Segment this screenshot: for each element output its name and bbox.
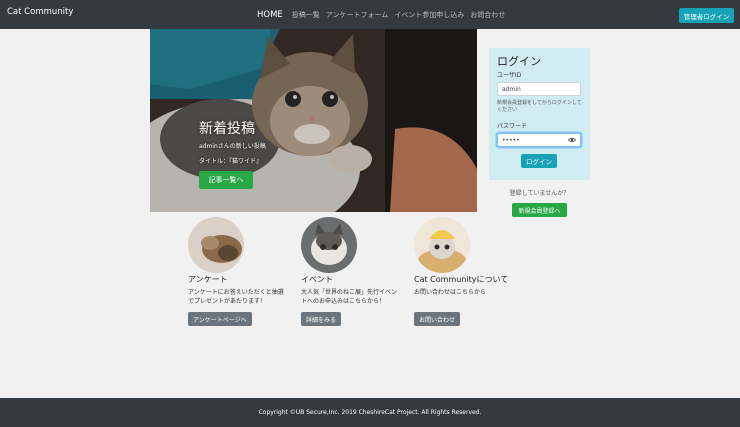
login-title: ログイン <box>497 55 541 68</box>
not-registered-text: 登録していませんか？ <box>509 190 570 197</box>
hero-carousel: 新着投稿 adminさんの新しい投稿 タイトル：『猫ワイド』 記事一覧へ <box>150 29 477 212</box>
login-hint: 新規会員登録をしてからログインしてください <box>497 100 582 113</box>
about-title: Cat Communityについて <box>414 275 509 284</box>
survey-page-button[interactable]: アンケートページへ <box>188 312 252 326</box>
user-id-input[interactable]: admin <box>497 82 581 96</box>
about-text: お問い合わせはこちらから <box>414 289 487 296</box>
event-cat-avatar <box>301 217 357 273</box>
hero-post-title: タイトル：『猫ワイド』 <box>199 158 263 165</box>
hero-title: 新着投稿 <box>199 121 255 137</box>
event-text: 大人気「世界のねこ展」先行イベントへのお申込みはこちらから！ <box>301 289 398 305</box>
register-button[interactable]: 新規会員登録へ <box>512 203 567 217</box>
copyright-text: Copyright ©UB Secure,Inc. 2019 CheshireC… <box>258 409 482 416</box>
survey-title: アンケート <box>188 275 228 284</box>
login-button[interactable]: ログイン <box>521 154 557 168</box>
footer: Copyright ©UB Secure,Inc. 2019 CheshireC… <box>0 398 740 427</box>
nav-posts[interactable]: 投稿一覧 <box>292 10 320 20</box>
login-panel: ログイン ユーザID admin 新規会員登録をしてからログインしてください パ… <box>489 48 590 180</box>
navbar: Cat Community HOME 投稿一覧 アンケートフォーム イベント参加… <box>0 0 740 29</box>
brand-link[interactable]: Cat Community <box>7 7 73 17</box>
about-cat-avatar <box>414 217 470 273</box>
nav-contact[interactable]: お問合わせ <box>470 10 505 20</box>
nav-event[interactable]: イベント参加申し込み <box>394 10 464 20</box>
nav-survey[interactable]: アンケートフォーム <box>326 10 389 20</box>
eye-icon[interactable] <box>568 137 576 143</box>
admin-login-button[interactable]: 管理者ログイン <box>679 8 734 23</box>
event-detail-button[interactable]: 詳細をみる <box>301 312 342 326</box>
password-value: ••••• <box>502 136 520 144</box>
survey-cat-avatar <box>188 217 244 273</box>
password-input[interactable]: ••••• <box>497 133 581 147</box>
event-title: イベント <box>301 275 333 284</box>
password-label: パスワード <box>497 123 528 130</box>
contact-button[interactable]: お問い合わせ <box>414 312 461 326</box>
nav-menu: HOME 投稿一覧 アンケートフォーム イベント参加申し込み お問合わせ <box>257 10 511 20</box>
article-list-button[interactable]: 記事一覧へ <box>199 171 253 189</box>
survey-text: アンケートにお答えいただくと抽選でプレゼントがあたります！ <box>188 289 284 305</box>
user-id-label: ユーザID <box>497 72 522 79</box>
hero-subtitle: adminさんの新しい投稿 <box>199 143 266 150</box>
nav-home[interactable]: HOME <box>257 10 283 20</box>
